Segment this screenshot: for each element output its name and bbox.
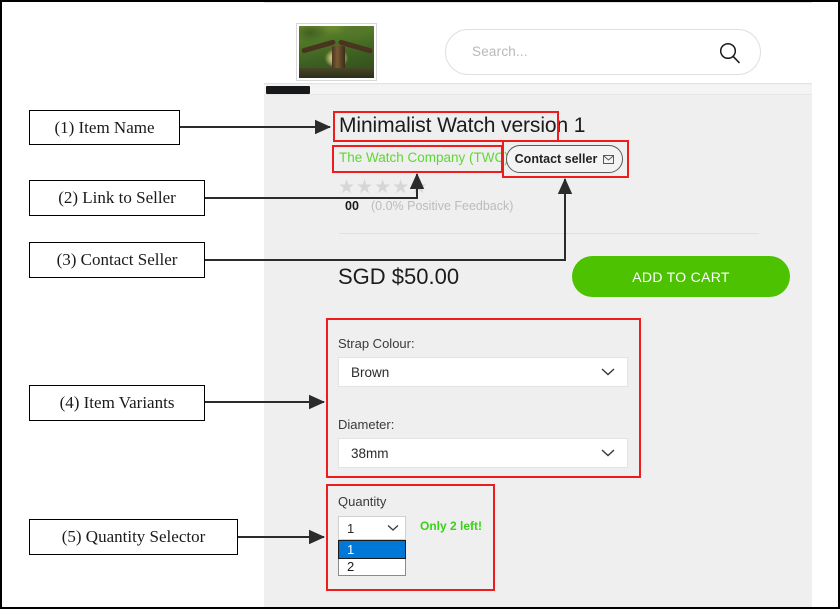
section-divider xyxy=(339,233,759,234)
callout-link-to-seller: (2) Link to Seller xyxy=(29,180,205,216)
diameter-value: 38mm xyxy=(351,445,389,461)
site-header: Search... xyxy=(264,2,812,84)
horizontal-scrollbar-thumb[interactable] xyxy=(266,86,310,94)
star-icon: ★ xyxy=(392,177,410,198)
contact-seller-label: Contact seller xyxy=(514,152,598,166)
chevron-down-icon xyxy=(387,525,399,531)
screenshot-root: Search... Minimalist Watch version 1 The… xyxy=(0,0,840,609)
search-icon[interactable] xyxy=(718,41,742,65)
quantity-option[interactable]: 1 xyxy=(338,540,406,559)
callout-quantity-selector: (5) Quantity Selector xyxy=(29,519,238,555)
quantity-select[interactable]: 1 xyxy=(338,516,406,540)
star-icon: ★ xyxy=(338,177,356,198)
seller-store-link[interactable]: The Watch Company (TWC) xyxy=(339,150,509,165)
star-rating: ★ ★ ★ ★ ★ xyxy=(338,178,427,197)
star-icon: ★ xyxy=(374,177,392,198)
diameter-label: Diameter: xyxy=(338,417,395,432)
search-placeholder: Search... xyxy=(472,44,528,59)
add-to-cart-button[interactable]: ADD TO CART xyxy=(572,256,790,297)
diameter-select[interactable]: 38mm xyxy=(338,438,628,468)
site-content-panel: Search... Minimalist Watch version 1 The… xyxy=(264,2,812,607)
contact-seller-button[interactable]: Contact seller xyxy=(506,145,623,173)
envelope-icon xyxy=(603,154,615,164)
stock-note: Only 2 left! xyxy=(420,519,483,533)
quantity-label: Quantity xyxy=(338,494,387,509)
forest-tree-logo-image[interactable] xyxy=(297,24,376,80)
quantity-selector-panel: Quantity 1 1 2 Only 2 left! xyxy=(326,484,495,591)
chevron-down-icon xyxy=(601,368,615,376)
logo-ground xyxy=(299,67,374,78)
quantity-option[interactable]: 2 xyxy=(339,558,405,575)
quantity-dropdown-list[interactable]: 1 2 xyxy=(338,540,406,576)
horizontal-scrollbar-track[interactable] xyxy=(264,85,812,95)
page-title: Minimalist Watch version 1 xyxy=(339,114,586,137)
callout-contact-seller: (3) Contact Seller xyxy=(29,242,205,278)
star-icon: ★ xyxy=(410,177,428,198)
chevron-down-icon xyxy=(601,449,615,457)
strap-colour-value: Brown xyxy=(351,364,390,380)
item-variants-panel: Strap Colour: Brown Diameter: 38mm xyxy=(326,318,641,478)
positive-feedback-text: (0.0% Positive Feedback) xyxy=(371,199,514,213)
callout-item-name: (1) Item Name xyxy=(29,110,180,145)
strap-colour-select[interactable]: Brown xyxy=(338,357,628,387)
search-input[interactable]: Search... xyxy=(445,29,761,75)
quantity-value: 1 xyxy=(347,520,355,536)
item-price: SGD $50.00 xyxy=(338,264,460,289)
callout-item-variants: (4) Item Variants xyxy=(29,385,205,421)
star-icon: ★ xyxy=(356,177,374,198)
rating-count: 00 xyxy=(345,199,359,213)
strap-colour-label: Strap Colour: xyxy=(338,336,415,351)
